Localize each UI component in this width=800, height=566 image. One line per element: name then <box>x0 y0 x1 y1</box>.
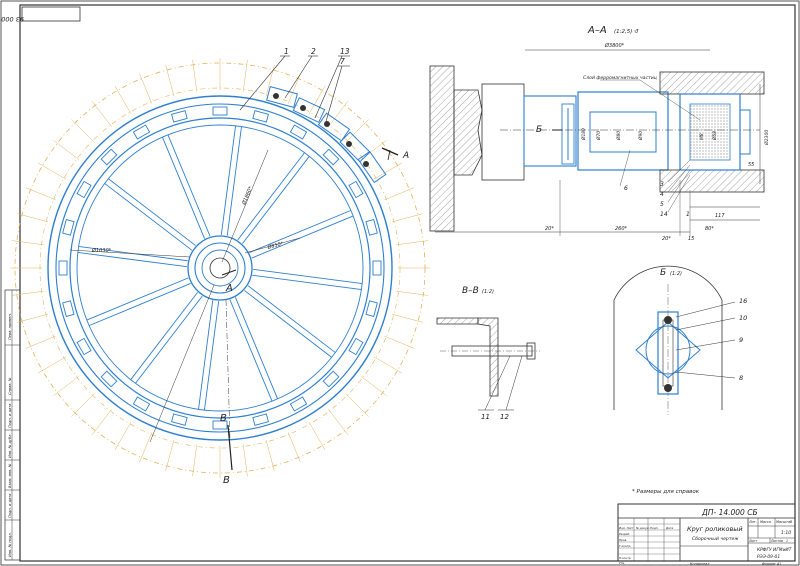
view-b-arrow: Б <box>536 125 542 135</box>
role-5: Н.контр. <box>619 556 632 560</box>
sheets-label: Листов <box>770 539 783 543</box>
drawing-name: Круг роликовый <box>687 525 743 533</box>
sheets-value: 1 <box>786 539 788 543</box>
lit-header: Лит. <box>748 520 757 524</box>
side-cell-5: Взам. инв. № <box>8 463 12 488</box>
part-16: 16 <box>739 297 747 305</box>
leader-13: 13 <box>340 47 350 56</box>
dim-20-left: 20* <box>545 226 554 232</box>
side-cell-7: Инв. № подл. <box>8 532 12 557</box>
view-b-title: Б <box>660 268 666 278</box>
role-2: Пров. <box>619 538 627 542</box>
dim-260: 260* <box>615 226 628 232</box>
dim-80: Ø80 <box>615 131 622 141</box>
row-header-2: № докум. <box>635 526 650 530</box>
dim-70: Ø70 <box>595 131 602 141</box>
role-6: Утв. <box>619 561 625 565</box>
part-10: 10 <box>739 314 747 322</box>
scale-header: Масштаб <box>776 520 792 524</box>
section-b-top-label: B <box>220 413 227 424</box>
side-cell-2: Справ. № <box>8 377 12 395</box>
dim-1030: Ø1030* <box>91 247 112 254</box>
section-bb-title: В–В <box>462 286 479 296</box>
center-a-label: A <box>225 283 233 294</box>
dim-58: Ø58 <box>711 131 718 141</box>
row-header-1: Изм. Лист <box>619 526 634 530</box>
corner-stamp-text: 93 000 ΊΊ ' ' -ΊΠ <box>0 15 24 23</box>
section-aa-title: A–A <box>587 25 607 36</box>
side-cell-3: Подп. и дата <box>8 404 12 428</box>
layer-label: Слой ферромагнитных частиц <box>583 75 657 81</box>
format-label: Формат А1 <box>762 562 781 566</box>
mass-header: Масса <box>760 520 771 524</box>
side-cell-4: Инв. № дубл. <box>8 433 12 458</box>
part-1-aa: 1 <box>686 211 690 218</box>
part-3: 3 <box>660 181 664 188</box>
part-6: 6 <box>624 185 628 192</box>
dim-20-right: 20* <box>662 236 671 242</box>
org-line-2: РЭЭ-09-01 <box>757 554 780 560</box>
role-3: Т.контр. <box>619 544 631 548</box>
dim-3800: Ø3800* <box>604 42 625 49</box>
section-a-label: A <box>402 151 409 161</box>
sheet-label: Лист <box>748 539 757 543</box>
dim-80-star: 80* <box>705 226 714 232</box>
role-1: Разраб. <box>619 532 630 536</box>
side-cell-1: Перв. примен. <box>8 313 12 340</box>
leader-1: 1 <box>284 47 289 56</box>
drawing-subtitle: Сборочный чертеж <box>692 536 739 542</box>
view-b-scale: (1:2) <box>670 271 682 277</box>
part-12: 12 <box>500 413 509 421</box>
rim-block <box>372 260 382 276</box>
dim-55: 55 <box>748 162 754 168</box>
leader-7: 7 <box>340 57 345 66</box>
rim-block <box>58 260 68 276</box>
dim-180: Ø180 <box>580 128 587 141</box>
part-8: 8 <box>739 374 743 382</box>
section-b-bottom-label: B <box>223 475 230 486</box>
scale-value: 1:10 <box>781 530 791 536</box>
org-line-1: КРФГУ ИГМиИТ <box>757 547 792 553</box>
dim-90: Ø90 <box>637 131 644 141</box>
part-5: 5 <box>660 201 664 208</box>
doc-number: ДП- 14.000 СБ <box>701 508 758 517</box>
row-header-4: Дата <box>665 526 674 530</box>
section-bb-scale: (1:2) <box>482 289 494 295</box>
part-11: 11 <box>481 413 490 421</box>
part-4: 4 <box>660 191 664 198</box>
row-header-3: Подп. <box>650 526 659 530</box>
side-cell-6: Подп. и дата <box>8 494 12 518</box>
dim-2300: Ø2300 <box>763 130 770 146</box>
copy-label: Копировал <box>690 562 710 566</box>
rim-block <box>212 106 228 116</box>
section-aa-scale: (1:2,5) ↺ <box>614 29 639 35</box>
leader-2: 2 <box>311 47 316 56</box>
drawing-sheet: 93 000 ΊΊ ' ' -ΊΠ Перв. примен. Справ. №… <box>0 0 800 566</box>
part-14: 14 <box>660 211 668 218</box>
reference-note: * Размеры для справок <box>632 489 700 495</box>
part-9: 9 <box>739 336 743 344</box>
dim-m8: M8 <box>699 133 705 140</box>
dim-117: 117 <box>715 213 725 219</box>
dim-15: 15 <box>688 236 694 242</box>
